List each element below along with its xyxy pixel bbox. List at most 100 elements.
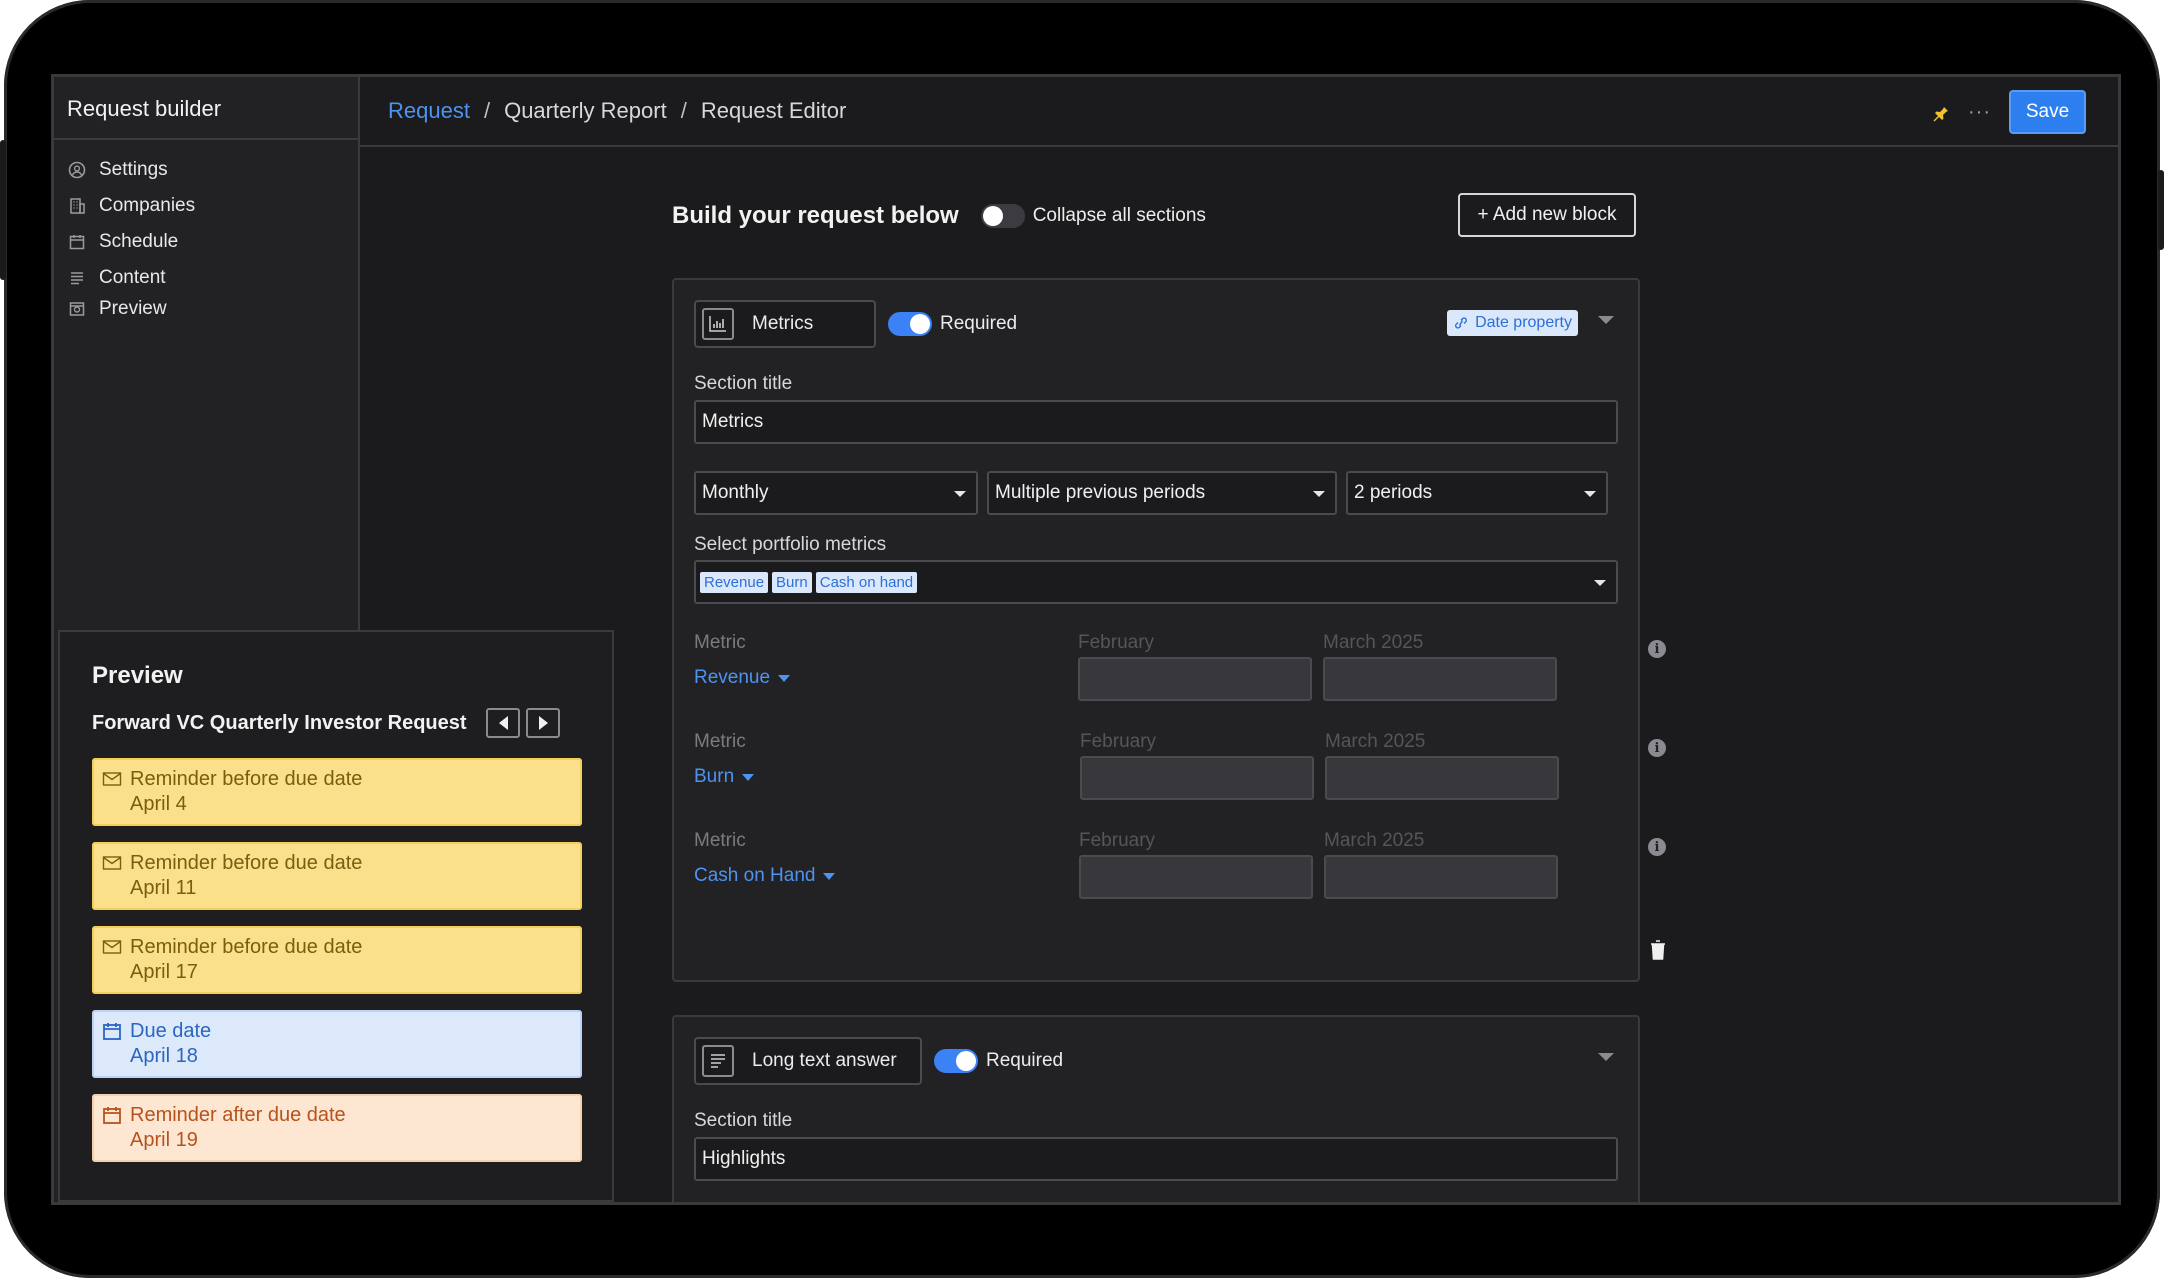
block-header: Long text answer Required: [694, 1037, 1618, 1085]
breadcrumb-separator: /: [680, 98, 687, 123]
block-type-selector[interactable]: Metrics: [694, 300, 876, 348]
preview-subtitle: Forward VC Quarterly Investor Request: [92, 712, 467, 734]
frequency-select[interactable]: Monthly: [694, 471, 978, 515]
required-label: Required: [940, 313, 1018, 334]
settings-icon: [67, 160, 87, 180]
sidebar-item-content[interactable]: Content: [54, 260, 358, 296]
main-header: Build your request below Collapse all se…: [672, 193, 1636, 239]
date-property-badge[interactable]: Date property: [1447, 310, 1578, 336]
sidebar-item-label: Companies: [99, 195, 196, 216]
event-title: Reminder before due date: [130, 852, 363, 874]
more-options-icon[interactable]: ···: [1968, 101, 1991, 124]
metric-label: Metric: [694, 632, 746, 653]
metric-label: Metric: [694, 731, 746, 752]
schedule-event-reminder[interactable]: Reminder before due date April 11: [92, 842, 582, 910]
section-title-input[interactable]: Highlights: [694, 1137, 1618, 1181]
chart-icon: [702, 308, 734, 340]
block-type-selector[interactable]: Long text answer: [694, 1037, 922, 1085]
metric-value-input[interactable]: [1325, 756, 1559, 800]
chevron-down-icon[interactable]: [1598, 1053, 1614, 1061]
chevron-down-icon: [1594, 580, 1606, 586]
collapse-sections-toggle[interactable]: [980, 204, 1025, 228]
metric-name-dropdown[interactable]: Revenue: [694, 667, 791, 689]
schedule-event-due-date[interactable]: Due date April 18: [92, 1010, 582, 1078]
trash-icon[interactable]: [1648, 939, 1668, 961]
preview-title: Preview: [92, 662, 183, 689]
required-control: Required: [888, 312, 1017, 336]
metric-chip[interactable]: Cash on hand: [815, 571, 918, 593]
metric-name-dropdown[interactable]: Burn: [694, 766, 755, 788]
chevron-down-icon: [1584, 491, 1596, 497]
required-toggle[interactable]: [934, 1049, 978, 1073]
required-label: Required: [986, 1050, 1064, 1071]
next-button[interactable]: [526, 708, 560, 738]
date-property-label: Date property: [1475, 314, 1572, 331]
portfolio-metrics-select[interactable]: Revenue Burn Cash on hand: [694, 560, 1618, 604]
schedule-event-reminder[interactable]: Reminder before due date April 4: [92, 758, 582, 826]
metric-name-dropdown[interactable]: Cash on Hand: [694, 865, 836, 887]
calendar-icon: [67, 232, 87, 252]
sidebar-item-label: Preview: [99, 298, 167, 319]
info-icon[interactable]: i: [1648, 640, 1666, 658]
breadcrumb-link-quarterly-report[interactable]: Quarterly Report: [504, 98, 667, 124]
breadcrumb-current: Request Editor: [700, 98, 847, 123]
metric-value-input[interactable]: [1078, 657, 1312, 701]
sidebar-item-label: Schedule: [99, 231, 179, 252]
sidebar-item-schedule[interactable]: Schedule: [54, 224, 358, 260]
block-header: Metrics Required Date property: [694, 300, 1618, 348]
period-label: February: [1080, 731, 1157, 752]
period-label: March 2025: [1324, 830, 1425, 851]
metric-value-input[interactable]: [1324, 855, 1558, 899]
building-icon: [67, 196, 87, 216]
event-title: Reminder before due date: [130, 768, 363, 790]
period-label: February: [1079, 830, 1156, 851]
mail-icon: [102, 772, 122, 786]
add-new-block-button[interactable]: + Add new block: [1458, 193, 1636, 237]
sidebar-item-label: Settings: [99, 159, 168, 180]
app-screen: Request builder Settings Companies Sched…: [54, 77, 2118, 1202]
event-title: Reminder before due date: [130, 936, 363, 958]
tablet-frame: Request builder Settings Companies Sched…: [0, 0, 2164, 1278]
schedule-event-reminder[interactable]: Reminder before due date April 17: [92, 926, 582, 994]
text-block-icon: [702, 1045, 734, 1077]
metric-label: Metric: [694, 830, 746, 851]
section-title-input[interactable]: Metrics: [694, 400, 1618, 444]
sidebar-item-settings[interactable]: Settings: [54, 152, 358, 188]
pin-icon[interactable]: [1930, 102, 1950, 122]
metric-chip[interactable]: Revenue: [700, 571, 769, 593]
preview-panel: Preview Forward VC Quarterly Investor Re…: [58, 630, 614, 1202]
event-title: Reminder after due date: [130, 1104, 346, 1126]
info-icon[interactable]: i: [1648, 838, 1666, 856]
period-count-value: 2 periods: [1354, 482, 1433, 503]
previous-button[interactable]: [486, 708, 520, 738]
period-mode-value: Multiple previous periods: [995, 482, 1206, 503]
sidebar-item-companies[interactable]: Companies: [54, 188, 358, 224]
metric-value-input[interactable]: [1080, 756, 1314, 800]
sidebar-item-preview[interactable]: Preview: [54, 292, 358, 326]
side-button: [0, 140, 6, 280]
metric-value-input[interactable]: [1323, 657, 1557, 701]
metric-value-input[interactable]: [1079, 855, 1313, 899]
breadcrumb-link-request[interactable]: Request: [388, 98, 470, 124]
list-icon: [67, 268, 87, 288]
chevron-down-icon: [1313, 491, 1325, 497]
chevron-down-icon[interactable]: [1598, 316, 1614, 324]
portfolio-metrics-label: Select portfolio metrics: [694, 534, 887, 555]
block-type-label: Long text answer: [752, 1050, 897, 1071]
chevron-down-icon: [954, 491, 966, 497]
breadcrumb: Request / Quarterly Report / Request Edi…: [388, 98, 846, 124]
event-date: April 11: [130, 877, 197, 899]
metric-chip[interactable]: Burn: [772, 571, 812, 593]
save-button[interactable]: Save: [2009, 90, 2086, 134]
mail-icon: [102, 940, 122, 954]
long-text-block: Long text answer Required Section title …: [672, 1015, 1640, 1202]
frequency-value: Monthly: [702, 482, 769, 503]
mail-icon: [102, 856, 122, 870]
period-mode-select[interactable]: Multiple previous periods: [987, 471, 1337, 515]
period-count-select[interactable]: 2 periods: [1346, 471, 1608, 515]
info-icon[interactable]: i: [1648, 739, 1666, 757]
schedule-event-after-due[interactable]: Reminder after due date April 19: [92, 1094, 582, 1162]
required-toggle[interactable]: [888, 312, 932, 336]
period-label: February: [1078, 632, 1155, 653]
page-title: Build your request below: [672, 202, 959, 229]
